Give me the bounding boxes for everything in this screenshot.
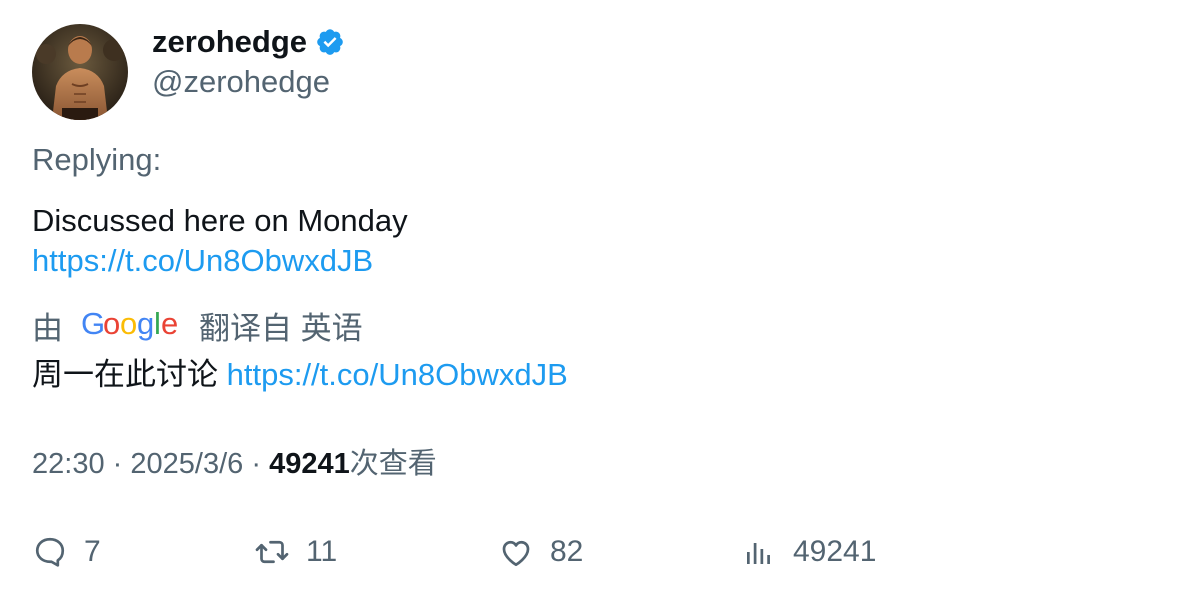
meta-separator: · bbox=[251, 448, 261, 480]
views-label: 次查看 bbox=[349, 448, 437, 480]
svg-text:o: o bbox=[103, 307, 120, 341]
tweet-time[interactable]: 22:30 bbox=[32, 448, 105, 480]
retweet-button[interactable]: 11 bbox=[254, 532, 337, 572]
heart-icon bbox=[498, 534, 534, 570]
google-logo[interactable]: G o o g l e bbox=[81, 306, 181, 351]
svg-text:e: e bbox=[161, 307, 178, 341]
author-name-text[interactable]: zerohedge bbox=[152, 22, 307, 62]
views-action-count: 49241 bbox=[793, 535, 877, 568]
translation-attribution: 由 G o o g l e 翻译自 英语 bbox=[32, 306, 363, 351]
author-handle[interactable]: @zerohedge bbox=[152, 62, 330, 102]
like-count: 82 bbox=[550, 535, 584, 568]
meta-separator: · bbox=[112, 448, 123, 480]
svg-text:l: l bbox=[154, 307, 161, 341]
svg-text:g: g bbox=[137, 307, 154, 341]
tweet-link[interactable]: https://t.co/Un8ObwxdJB bbox=[32, 241, 408, 281]
translation-prefix: 由 bbox=[32, 311, 63, 346]
views-button[interactable]: 49241 bbox=[741, 532, 876, 572]
tweet-date[interactable]: 2025/3/6 bbox=[130, 448, 243, 480]
avatar[interactable] bbox=[32, 24, 128, 120]
author-display-name[interactable]: zerohedge bbox=[152, 22, 345, 62]
retweet-count: 11 bbox=[306, 535, 338, 568]
reply-count: 7 bbox=[84, 535, 101, 568]
translation-suffix: 翻译自 英语 bbox=[199, 311, 363, 346]
reply-icon bbox=[32, 534, 68, 570]
svg-text:o: o bbox=[120, 307, 137, 341]
reply-button[interactable]: 7 bbox=[32, 532, 101, 572]
replying-label: Replying: bbox=[32, 142, 162, 177]
tweet-body: Discussed here on Monday bbox=[32, 203, 408, 238]
translated-link[interactable]: https://t.co/Un8ObwxdJB bbox=[227, 357, 568, 392]
views-chart-icon bbox=[741, 534, 777, 570]
svg-text:G: G bbox=[81, 307, 105, 341]
action-bar: 7 11 82 49241 bbox=[32, 532, 1164, 572]
tweet-text: Discussed here on Monday https://t.co/Un… bbox=[32, 201, 408, 281]
retweet-icon bbox=[254, 534, 290, 570]
tweet-meta: 22:30 · 2025/3/6 · 49241次查看 bbox=[32, 444, 437, 484]
translated-text: 周一在此讨论 https://t.co/Un8ObwxdJB bbox=[32, 355, 568, 395]
views-count: 49241 bbox=[269, 448, 350, 480]
verified-badge-icon[interactable] bbox=[315, 27, 345, 57]
like-button[interactable]: 82 bbox=[498, 532, 583, 572]
translated-body: 周一在此讨论 bbox=[32, 357, 218, 392]
